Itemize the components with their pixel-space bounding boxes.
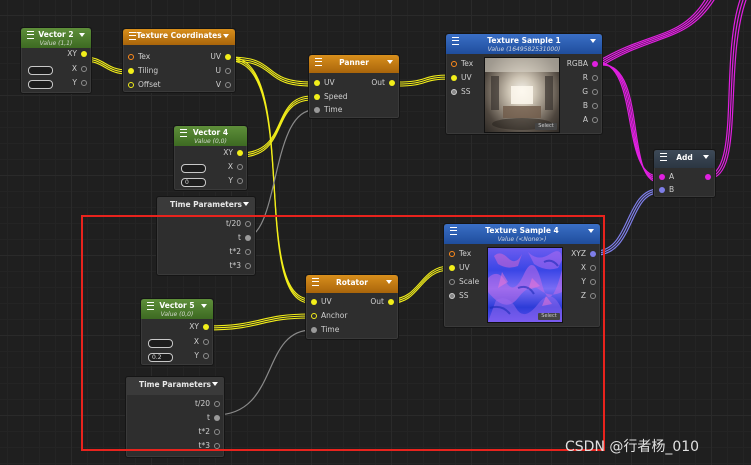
output-pin-u[interactable] [225, 68, 231, 74]
output-pin-b[interactable] [592, 103, 598, 109]
chevron-down-icon[interactable] [223, 34, 229, 38]
input-pin-tex[interactable] [451, 61, 457, 67]
output-pin-out[interactable] [389, 80, 395, 86]
port-label-r: R [582, 73, 588, 82]
input-pin-uv[interactable] [314, 80, 320, 86]
y-value-field[interactable] [28, 80, 53, 89]
select-button[interactable]: Select [535, 123, 557, 130]
menu-icon[interactable] [180, 129, 187, 137]
interior-image [485, 58, 559, 130]
node-header[interactable]: Texture Sample 1 Value (1649582531000) [446, 34, 602, 54]
chevron-down-icon[interactable] [703, 155, 709, 159]
vector4-node[interactable]: Vector 4 Value (0,0) XY X 0 Y [173, 125, 248, 191]
output-pin-x[interactable] [237, 164, 243, 170]
port-label-uv: UV [461, 73, 472, 82]
menu-icon[interactable] [315, 58, 322, 66]
input-pin-speed[interactable] [314, 94, 320, 100]
output-pin-uv[interactable] [225, 54, 231, 60]
selection-highlight-box [81, 215, 605, 451]
node-title: Time Parameters [169, 200, 243, 209]
input-pin-b[interactable] [659, 187, 665, 193]
x-value-field[interactable] [181, 164, 206, 173]
menu-icon[interactable] [27, 31, 34, 39]
x-value-field[interactable] [28, 66, 53, 75]
output-pin-rgba[interactable] [592, 61, 598, 67]
input-pin-offset[interactable] [128, 82, 134, 88]
port-label-y: Y [228, 176, 233, 185]
input-pin-a[interactable] [659, 174, 665, 180]
port-label-a: A [582, 115, 588, 124]
output-pin-y[interactable] [237, 178, 243, 184]
output-pin-v[interactable] [225, 82, 231, 88]
port-label-ss: SS [461, 87, 471, 96]
menu-icon[interactable] [660, 153, 667, 161]
texture-sample-1-node[interactable]: Texture Sample 1 Value (1649582531000) T… [445, 33, 603, 135]
chevron-down-icon[interactable] [590, 39, 596, 43]
port-label-uv: UV [324, 78, 335, 87]
port-label-tex: Tex [138, 52, 151, 61]
node-title: Vector 2 [38, 30, 74, 39]
texture-preview-interior[interactable]: Select [484, 57, 560, 133]
input-pin-ss[interactable] [451, 89, 457, 95]
input-pin-uv[interactable] [451, 75, 457, 81]
port-label-tiling: Tiling [138, 66, 159, 75]
node-subtitle: Value (0,0) [194, 138, 227, 145]
chevron-down-icon[interactable] [243, 202, 249, 206]
texture-coordinates-node[interactable]: Texture Coordinates Tex Tiling Offset UV… [122, 28, 236, 93]
port-label-offset: Offset [138, 80, 161, 89]
port-label-b: B [669, 185, 675, 194]
node-title: Texture Coordinates [136, 31, 222, 40]
menu-icon[interactable] [129, 32, 136, 40]
input-pin-time[interactable] [314, 107, 320, 113]
node-subtitle: Value (1649582531000) [487, 46, 561, 53]
node-header[interactable]: Panner [309, 55, 399, 73]
panner-node[interactable]: Panner UV Speed Time Out [308, 54, 400, 119]
output-pin-g[interactable] [592, 89, 598, 95]
port-label-uv: UV [210, 52, 221, 61]
add-node[interactable]: Add A B [653, 149, 716, 198]
output-pin-a[interactable] [592, 117, 598, 123]
node-header[interactable]: Time Parameters [157, 197, 255, 215]
input-pin-tex[interactable] [128, 54, 134, 60]
watermark: CSDN @行者杨_010 [565, 439, 700, 455]
output-pin[interactable] [705, 174, 711, 180]
output-pin-y[interactable] [81, 80, 87, 86]
node-title: Vector 4 [192, 128, 229, 137]
port-label-xy: XY [223, 148, 233, 157]
port-label-y: Y [72, 78, 77, 87]
port-label-rgba: RGBA [566, 59, 588, 68]
chevron-down-icon[interactable] [387, 60, 393, 64]
node-header[interactable]: Texture Coordinates [123, 29, 235, 45]
vector2-node[interactable]: Vector 2 Value (1,1) XY X Y [20, 27, 92, 94]
output-pin-r[interactable] [592, 75, 598, 81]
port-label-b: B [582, 101, 588, 110]
port-label-xy: XY [67, 49, 77, 58]
port-label-out: Out [371, 78, 385, 87]
chevron-down-icon[interactable] [79, 33, 85, 37]
node-header[interactable]: Vector 2 Value (1,1) [21, 28, 91, 48]
port-label-v: V [215, 80, 221, 89]
node-title: Add [676, 153, 693, 162]
output-pin-xy[interactable] [237, 150, 243, 156]
port-label-u: U [215, 66, 222, 75]
menu-icon[interactable] [452, 37, 459, 45]
node-title: Texture Sample 1 [487, 36, 561, 45]
output-pin-xy[interactable] [81, 51, 87, 57]
port-label-g: G [582, 87, 588, 96]
input-pin-tiling[interactable] [128, 68, 134, 74]
node-header[interactable]: Vector 4 Value (0,0) [174, 126, 247, 146]
node-title: Panner [339, 58, 369, 67]
port-label-x: X [71, 64, 77, 73]
xyz-wire-bundle [595, 188, 659, 256]
port-label-speed: Speed [324, 92, 348, 101]
node-header[interactable]: Add [654, 150, 715, 168]
node-subtitle: Value (1,1) [39, 40, 73, 47]
output-pin-x[interactable] [81, 66, 87, 72]
port-label-x: X [227, 162, 233, 171]
port-label-a: A [669, 172, 675, 181]
port-label-time: Time [324, 105, 343, 114]
y-value-field[interactable]: 0 [181, 178, 206, 187]
port-label-tex: Tex [461, 59, 474, 68]
